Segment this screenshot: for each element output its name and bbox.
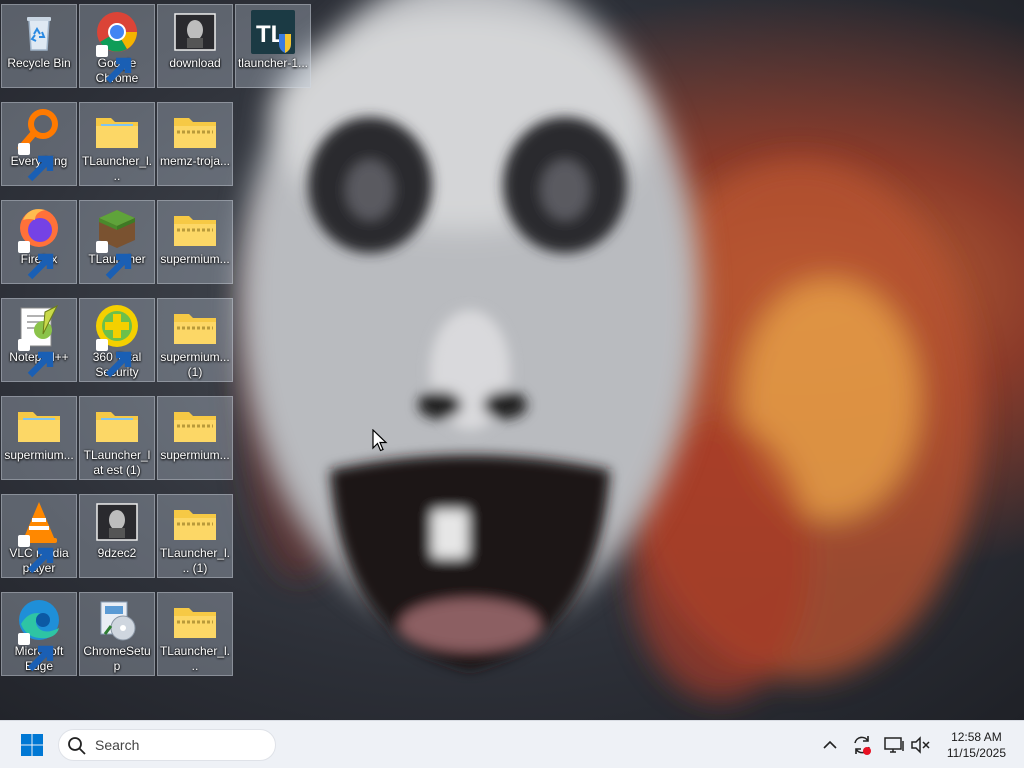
everything-search-icon (15, 106, 63, 182)
mouse-cursor-icon (372, 429, 388, 452)
notepad-plus-plus-icon (15, 302, 63, 378)
show-hidden-icons-chevron-icon[interactable] (818, 733, 842, 757)
edge-icon (15, 596, 63, 672)
desktop-icon[interactable]: TLauncher (79, 200, 155, 284)
shortcut-arrow-icon (96, 45, 132, 84)
taskbar-clock[interactable]: 12:58 AM 11/15/2025 (947, 729, 1006, 761)
desktop-icon[interactable]: TLauncher_l... (79, 102, 155, 186)
search-icon (68, 737, 86, 755)
desktop-icon-label: TLauncher_lat est (1) (83, 448, 151, 477)
shortcut-arrow-icon (18, 633, 54, 672)
zip-folder-icon (171, 204, 219, 252)
search-placeholder: Search (95, 737, 140, 753)
shortcut-arrow-icon (18, 143, 54, 182)
image-thumbnail-icon (171, 8, 219, 56)
desktop-icon[interactable]: supermium... (1) (157, 298, 233, 382)
desktop-icon[interactable]: TLauncher_l... (157, 592, 233, 676)
desktop-icon[interactable]: 9dzec2 (79, 494, 155, 578)
desktop-icon-label: tlauncher-1... (237, 56, 309, 70)
shortcut-arrow-icon (18, 535, 54, 574)
tlauncher-installer-icon: TL (249, 8, 297, 56)
shortcut-arrow-icon (96, 339, 132, 378)
chrome-icon (93, 8, 141, 84)
desktop-icon[interactable]: supermium... (1, 396, 77, 480)
desktop-icon[interactable]: Firefox (1, 200, 77, 284)
desktop-icon-label: TLauncher_l... (1) (159, 546, 231, 575)
desktop-icon[interactable]: TLauncher_l... (1) (157, 494, 233, 578)
desktop-icon[interactable]: Microsoft Edge (1, 592, 77, 676)
network-display-icon[interactable] (882, 733, 906, 757)
desktop-icon-label: supermium... (1) (160, 350, 230, 379)
folder-icon (93, 400, 141, 448)
desktop-icon[interactable]: ChromeSetup (79, 592, 155, 676)
recycle-bin-icon (15, 8, 63, 56)
desktop-icon[interactable]: VLC media player (1, 494, 77, 578)
desktop-icon-label: TLauncher_l... (81, 154, 153, 183)
zip-folder-icon (171, 106, 219, 154)
zip-folder-icon (171, 302, 219, 350)
windows-logo-icon (21, 734, 43, 756)
desktop-icon[interactable]: TL tlauncher-1... (235, 4, 311, 88)
image-thumbnail-icon (93, 498, 141, 546)
taskbar: Search 12:58 AM 11/15/2025 (0, 720, 1024, 768)
desktop-icon-label: 9dzec2 (97, 546, 137, 560)
vlc-icon (15, 498, 63, 574)
volume-muted-icon[interactable] (908, 733, 932, 757)
desktop-icon-label: Recycle Bin (7, 56, 71, 70)
desktop-icon[interactable]: memz-troja... (157, 102, 233, 186)
desktop-icon[interactable]: Google Chrome (79, 4, 155, 88)
shortcut-arrow-icon (18, 241, 54, 280)
zip-folder-icon (171, 498, 219, 546)
desktop-icon[interactable]: download (157, 4, 233, 88)
folder-icon (15, 400, 63, 448)
clock-date: 11/15/2025 (946, 746, 1006, 760)
desktop-icon-label: supermium... (160, 448, 230, 462)
taskbar-search-box[interactable]: Search (58, 729, 276, 761)
desktop-icon[interactable]: Recycle Bin (1, 4, 77, 88)
folder-icon (93, 106, 141, 154)
desktop-icon-label: supermium... (160, 252, 230, 266)
zip-folder-icon (171, 596, 219, 644)
desktop-icon-label: ChromeSetup (83, 644, 151, 673)
zip-folder-icon (171, 400, 219, 448)
start-button[interactable] (14, 729, 50, 761)
desktop-icon[interactable]: supermium... (157, 200, 233, 284)
desktop-icon-label: download (169, 56, 221, 70)
desktop-icon-label: TLauncher_l... (159, 644, 231, 673)
desktop-icon[interactable]: 360 Total Security (79, 298, 155, 382)
desktop-icon-label: memz-troja... (159, 154, 230, 168)
minecraft-block-icon (93, 204, 141, 280)
installer-icon (93, 596, 141, 644)
desktop-icon-label: supermium... (4, 448, 74, 462)
360-total-security-icon (93, 302, 141, 378)
shortcut-arrow-icon (96, 241, 132, 280)
shortcut-arrow-icon (18, 339, 54, 378)
desktop-icon[interactable]: Everything (1, 102, 77, 186)
desktop-icon[interactable]: supermium... (157, 396, 233, 480)
desktop-icon[interactable]: TLauncher_lat est (1) (79, 396, 155, 480)
sync-update-icon[interactable] (850, 733, 874, 757)
desktop-icon[interactable]: Notepad++ (1, 298, 77, 382)
clock-time: 12:58 AM (951, 730, 1002, 744)
firefox-icon (15, 204, 63, 280)
